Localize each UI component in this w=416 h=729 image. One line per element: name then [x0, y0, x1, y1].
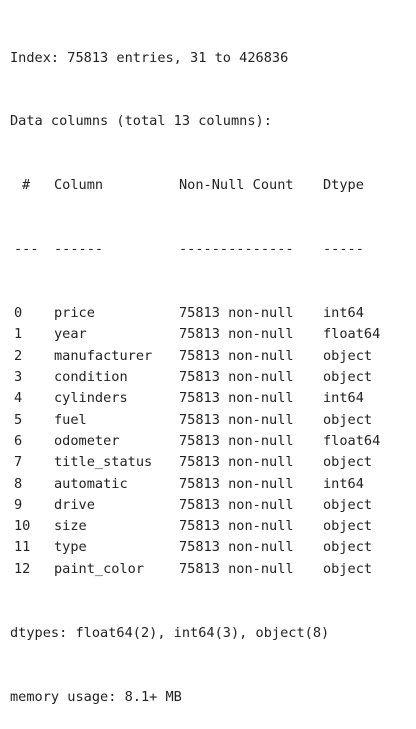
row-non-null-count: 75813 non-null — [179, 326, 294, 343]
table-row: 9 drive 75813 non-null object — [10, 495, 393, 516]
table-row: 5 fuel 75813 non-null object — [10, 410, 393, 431]
separator-dtype: ----- — [323, 241, 364, 258]
row-index: 8 — [14, 475, 23, 492]
table-separator-row: --- ------ -------------- ----- — [10, 239, 393, 260]
row-dtype: object — [323, 454, 373, 471]
row-non-null-count: 75813 non-null — [179, 390, 294, 407]
row-index: 9 — [14, 496, 23, 513]
header-column: Column — [54, 177, 104, 194]
row-index: 7 — [14, 454, 23, 471]
row-index: 4 — [14, 390, 23, 407]
table-row: 1 year 75813 non-null float64 — [10, 324, 393, 345]
row-dtype: object — [323, 369, 373, 386]
row-index: 0 — [14, 305, 23, 322]
table-row: 12 paint_color 75813 non-null object — [10, 559, 393, 580]
row-column-name: cylinders — [54, 390, 128, 407]
row-column-name: type — [54, 539, 87, 556]
table-row: 2 manufacturer 75813 non-null object — [10, 346, 393, 367]
row-non-null-count: 75813 non-null — [179, 496, 294, 513]
row-non-null-count: 75813 non-null — [179, 411, 294, 428]
row-dtype: int64 — [323, 390, 364, 407]
table-row: 4 cylinders 75813 non-null int64 — [10, 388, 393, 409]
row-column-name: condition — [54, 369, 128, 386]
table-row: 6 odometer 75813 non-null float64 — [10, 431, 393, 452]
dataframe-info-output: Index: 75813 entries, 31 to 426836 Data … — [10, 5, 393, 729]
row-column-name: odometer — [54, 432, 120, 449]
row-index: 12 — [14, 560, 31, 577]
row-column-name: manufacturer — [54, 347, 153, 364]
row-dtype: int64 — [323, 305, 364, 322]
row-column-name: automatic — [54, 475, 128, 492]
row-index: 5 — [14, 411, 23, 428]
header-dtype: Dtype — [323, 177, 364, 194]
table-row: 7 title_status 75813 non-null object — [10, 452, 393, 473]
row-column-name: price — [54, 305, 95, 322]
dtypes-summary-line: dtypes: float64(2), int64(3), object(8) — [10, 624, 330, 641]
table-row: 3 condition 75813 non-null object — [10, 367, 393, 388]
row-dtype: object — [323, 347, 373, 364]
table-header-row: # Column Non-Null Count Dtype — [10, 175, 393, 196]
row-column-name: title_status — [54, 454, 153, 471]
row-column-name: drive — [54, 496, 95, 513]
separator-column: ------ — [54, 241, 104, 258]
row-column-name: size — [54, 518, 87, 535]
row-dtype: object — [323, 411, 373, 428]
row-non-null-count: 75813 non-null — [179, 432, 294, 449]
row-non-null-count: 75813 non-null — [179, 305, 294, 322]
row-dtype: object — [323, 560, 373, 577]
row-dtype: int64 — [323, 475, 364, 492]
row-dtype: object — [323, 496, 373, 513]
header-non-null-count: Non-Null Count — [179, 177, 294, 194]
row-non-null-count: 75813 non-null — [179, 454, 294, 471]
row-non-null-count: 75813 non-null — [179, 560, 294, 577]
row-index: 1 — [14, 326, 23, 343]
header-index: # — [22, 177, 31, 194]
table-body: 0 price 75813 non-null int64 1 year 75813 non-… — [10, 303, 393, 580]
row-column-name: year — [54, 326, 87, 343]
row-dtype: object — [323, 518, 373, 535]
row-non-null-count: 75813 non-null — [179, 347, 294, 364]
row-non-null-count: 75813 non-null — [179, 475, 294, 492]
separator-non-null-count: -------------- — [179, 241, 294, 258]
row-non-null-count: 75813 non-null — [179, 369, 294, 386]
row-non-null-count: 75813 non-null — [179, 539, 294, 556]
row-index: 2 — [14, 347, 23, 364]
row-column-name: fuel — [54, 411, 87, 428]
row-index: 6 — [14, 432, 23, 449]
table-row: 11 type 75813 non-null object — [10, 537, 393, 558]
row-dtype: object — [323, 539, 373, 556]
row-column-name: paint_color — [54, 560, 145, 577]
row-index: 3 — [14, 369, 23, 386]
separator-index: --- — [14, 241, 39, 258]
row-non-null-count: 75813 non-null — [179, 518, 294, 535]
data-columns-line: Data columns (total 13 columns): — [10, 113, 272, 130]
row-index: 10 — [14, 518, 31, 535]
index-summary-line: Index: 75813 entries, 31 to 426836 — [10, 49, 289, 66]
row-dtype: float64 — [323, 326, 381, 343]
table-row: 0 price 75813 non-null int64 — [10, 303, 393, 324]
memory-usage-line: memory usage: 8.1+ MB — [10, 688, 182, 705]
row-dtype: float64 — [323, 432, 381, 449]
table-row: 8 automatic 75813 non-null int64 — [10, 474, 393, 495]
row-index: 11 — [14, 539, 31, 556]
table-row: 10 size 75813 non-null object — [10, 516, 393, 537]
